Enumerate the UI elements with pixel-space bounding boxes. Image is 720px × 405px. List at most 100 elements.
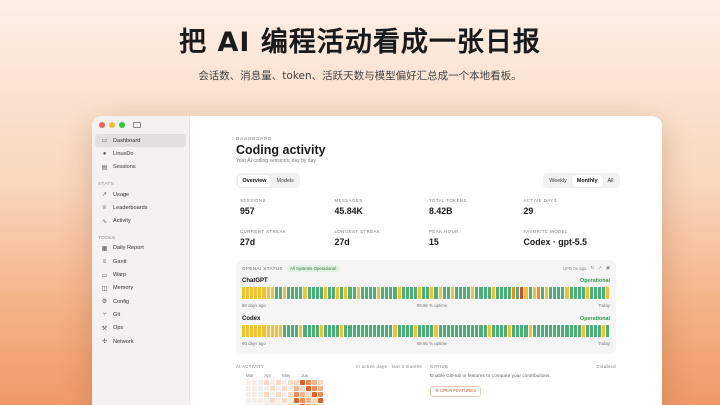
uptime-bar[interactable] — [606, 325, 610, 337]
uptime-bar[interactable] — [512, 325, 516, 337]
uptime-bar[interactable] — [340, 287, 344, 299]
external-link-icon[interactable]: ↗ — [598, 265, 602, 271]
uptime-bar[interactable] — [344, 287, 348, 299]
uptime-bar[interactable] — [332, 287, 336, 299]
uptime-bar[interactable] — [246, 325, 250, 337]
uptime-bar[interactable] — [373, 325, 377, 337]
uptime-bar[interactable] — [258, 325, 262, 337]
uptime-bar[interactable] — [242, 325, 246, 337]
uptime-bar[interactable] — [479, 325, 483, 337]
heatmap-cell[interactable] — [306, 398, 311, 403]
uptime-bar[interactable] — [504, 287, 508, 299]
uptime-bar[interactable] — [401, 287, 405, 299]
close-button[interactable] — [99, 122, 105, 128]
sidebar-item-warp[interactable]: ▭ Warp — [95, 268, 186, 281]
uptime-bar[interactable] — [295, 287, 299, 299]
uptime-bar[interactable] — [573, 287, 577, 299]
uptime-bar[interactable] — [581, 325, 585, 337]
uptime-bar[interactable] — [246, 287, 250, 299]
uptime-bar[interactable] — [549, 287, 553, 299]
uptime-bar[interactable] — [270, 325, 274, 337]
sidebar-item-config[interactable]: ⚙ Config — [95, 295, 186, 308]
uptime-bar[interactable] — [299, 325, 303, 337]
uptime-bar[interactable] — [413, 325, 418, 337]
heatmap-cell[interactable] — [282, 398, 287, 403]
uptime-bar[interactable] — [561, 287, 565, 299]
heatmap-cell[interactable] — [270, 398, 275, 403]
heatmap-cell[interactable] — [306, 380, 311, 385]
uptime-bar[interactable] — [409, 325, 413, 337]
uptime-bar[interactable] — [487, 325, 491, 337]
uptime-bar[interactable] — [487, 287, 491, 299]
heatmap-cell[interactable] — [246, 398, 251, 403]
uptime-bar[interactable] — [352, 287, 356, 299]
uptime-bar[interactable] — [540, 325, 544, 337]
uptime-bar[interactable] — [385, 325, 389, 337]
heatmap-cell[interactable] — [246, 380, 251, 385]
uptime-bar[interactable] — [508, 325, 512, 337]
uptime-bar[interactable] — [520, 325, 524, 337]
heatmap-cell[interactable] — [258, 392, 263, 397]
uptime-bar[interactable] — [377, 287, 381, 299]
heatmap-cell[interactable] — [300, 398, 305, 403]
uptime-bar[interactable] — [254, 325, 258, 337]
uptime-bar[interactable] — [528, 325, 532, 337]
heatmap-cell[interactable] — [276, 398, 281, 403]
uptime-bar[interactable] — [467, 325, 471, 337]
uptime-bar[interactable] — [426, 287, 430, 299]
heatmap-cell[interactable] — [282, 392, 287, 397]
uptime-bar[interactable] — [475, 287, 479, 299]
uptime-bar[interactable] — [352, 325, 356, 337]
uptime-bar[interactable] — [291, 287, 295, 299]
sidebar-item-gantt[interactable]: ≡ Gantt — [95, 255, 186, 268]
heatmap-cell[interactable] — [300, 392, 305, 397]
uptime-bar[interactable] — [504, 325, 508, 337]
uptime-bar[interactable] — [438, 287, 442, 299]
heatmap-cell[interactable] — [270, 386, 275, 391]
heatmap-cell[interactable] — [258, 386, 263, 391]
uptime-bar[interactable] — [332, 325, 336, 337]
uptime-bar[interactable] — [553, 325, 557, 337]
uptime-bar[interactable] — [458, 287, 463, 299]
uptime-bar[interactable] — [295, 325, 299, 337]
uptime-bar[interactable] — [516, 325, 520, 337]
uptime-bar[interactable] — [270, 287, 274, 299]
heatmap-cell[interactable] — [252, 386, 257, 391]
uptime-bar[interactable] — [483, 287, 487, 299]
range-all[interactable]: All — [603, 175, 619, 187]
uptime-bar[interactable] — [282, 325, 287, 337]
uptime-bar[interactable] — [381, 325, 385, 337]
heatmap-cell[interactable] — [312, 380, 317, 385]
uptime-bar[interactable] — [434, 287, 438, 299]
uptime-bar[interactable] — [602, 325, 606, 337]
uptime-bar[interactable] — [557, 287, 561, 299]
uptime-bar[interactable] — [282, 287, 287, 299]
heatmap-cell[interactable] — [300, 380, 305, 385]
uptime-bar[interactable] — [368, 325, 372, 337]
uptime-bar[interactable] — [250, 325, 254, 337]
uptime-bar[interactable] — [405, 325, 409, 337]
heatmap-cell[interactable] — [270, 380, 275, 385]
uptime-bar[interactable] — [446, 287, 450, 299]
uptime-bar[interactable] — [422, 287, 426, 299]
sidebar-item-usage[interactable]: ↗ Usage — [95, 188, 186, 201]
uptime-bar[interactable] — [319, 325, 323, 337]
uptime-bar[interactable] — [577, 287, 581, 299]
uptime-bar[interactable] — [426, 325, 430, 337]
sidebar-item-git[interactable]: ⑂ Git — [95, 308, 186, 321]
uptime-bar[interactable] — [569, 287, 573, 299]
heatmap-cell[interactable] — [276, 380, 281, 385]
heatmap-cell[interactable] — [312, 392, 317, 397]
uptime-bar[interactable] — [463, 287, 467, 299]
uptime-bar[interactable] — [287, 325, 291, 337]
sidebar-item-daily-report[interactable]: ▦ Daily Report — [95, 242, 186, 255]
heatmap-cell[interactable] — [318, 386, 323, 391]
uptime-bar[interactable] — [274, 325, 278, 337]
uptime-bar[interactable] — [536, 325, 540, 337]
uptime-bar[interactable] — [540, 287, 544, 299]
heatmap-cell[interactable] — [282, 380, 287, 385]
uptime-bar[interactable] — [373, 287, 377, 299]
uptime-bar[interactable] — [413, 287, 418, 299]
uptime-bar[interactable] — [581, 287, 585, 299]
uptime-bar[interactable] — [520, 287, 524, 299]
